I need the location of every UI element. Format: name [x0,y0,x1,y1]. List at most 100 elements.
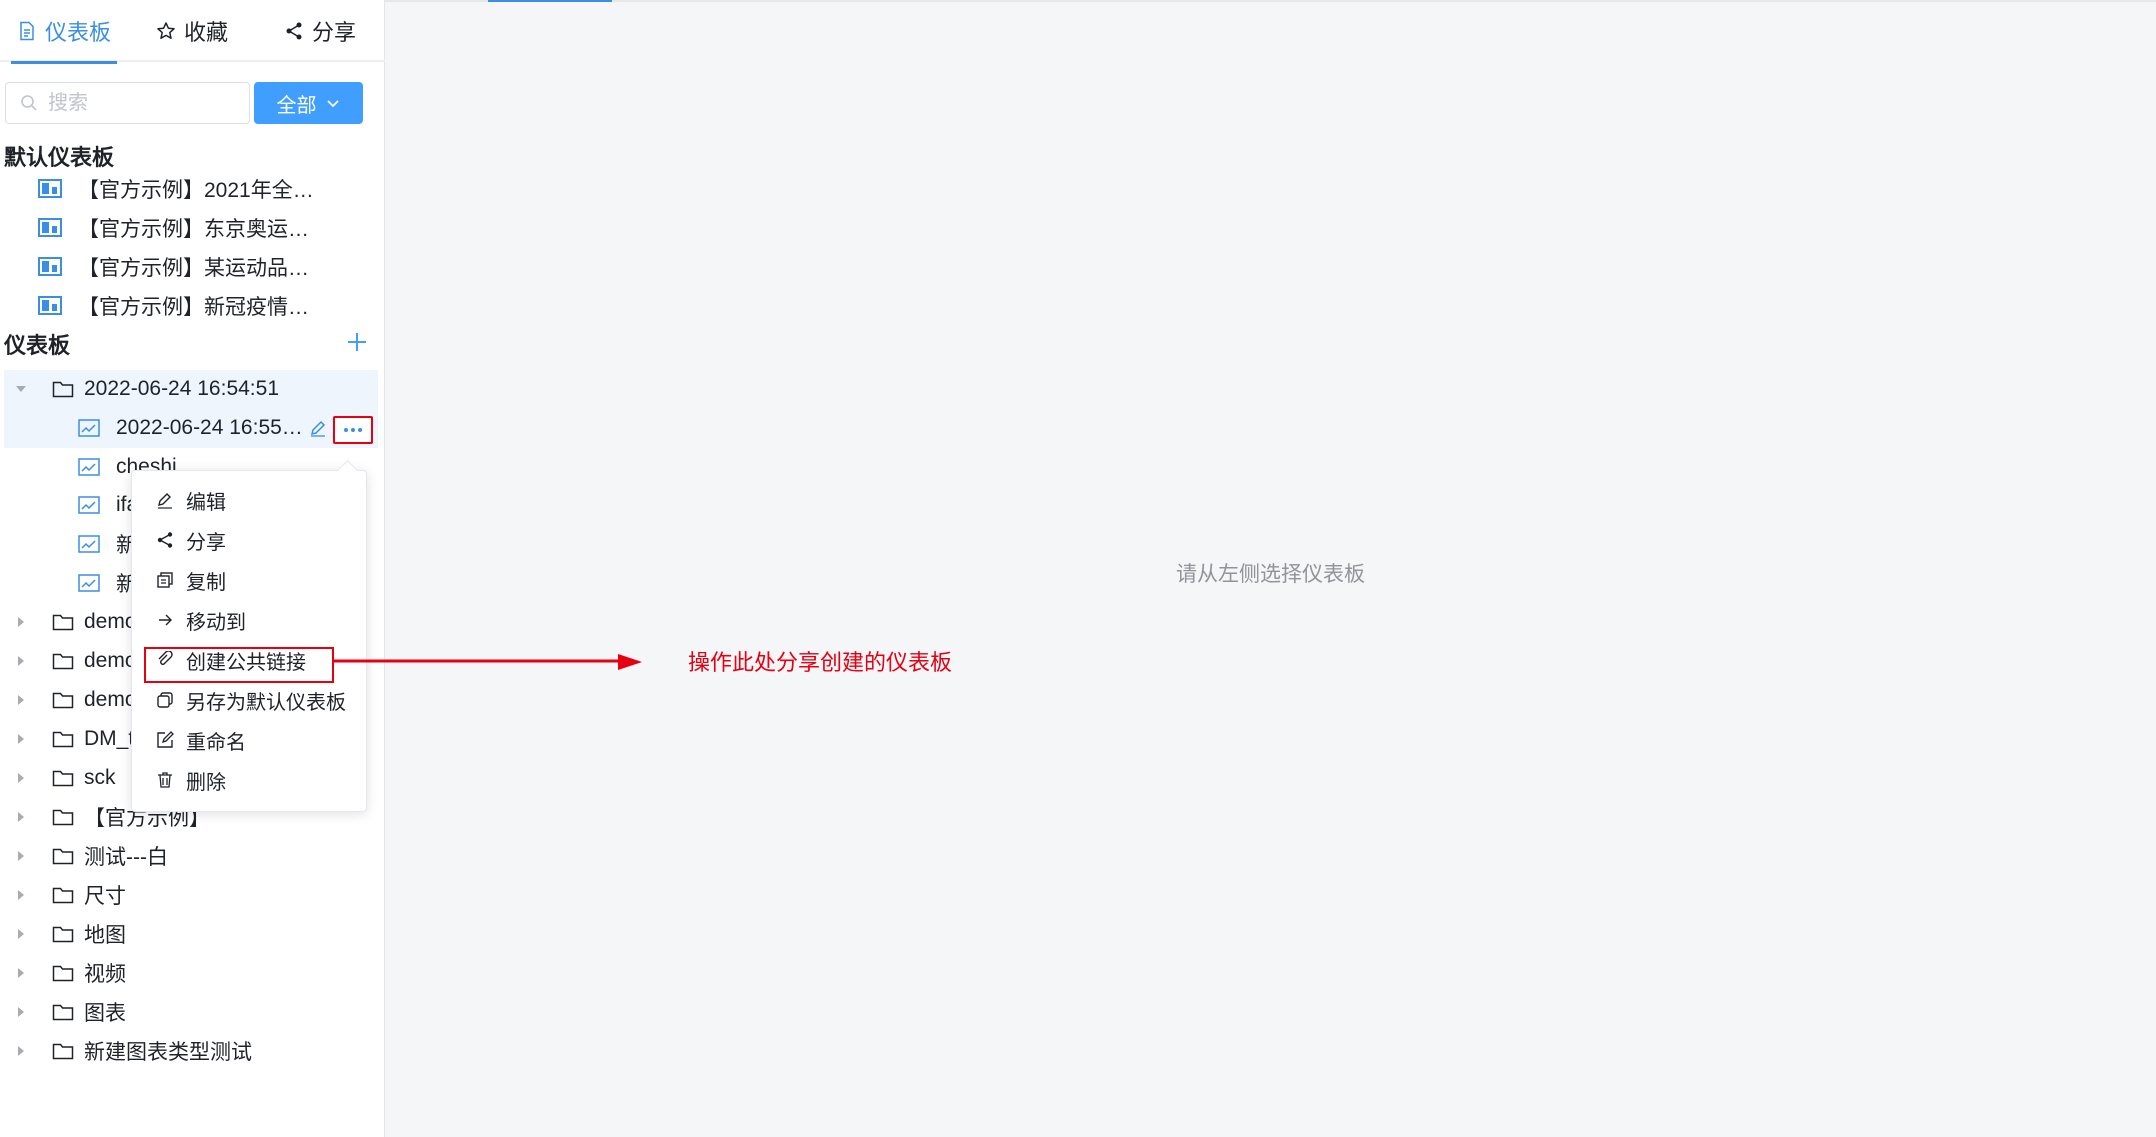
dashboard-item-label: 2022-06-24 16:55… [116,416,303,439]
folder-icon [52,770,74,787]
caret-right-icon[interactable] [14,927,28,941]
menu-item-label: 复制 [186,571,226,594]
folder-label: 地图 [84,924,126,947]
menu-item-delete[interactable]: 删除 [132,761,368,799]
default-dashboard-item[interactable]: 【官方示例】新冠疫情… [38,287,309,325]
caret-right-icon[interactable] [14,654,28,668]
folder-icon [52,1004,74,1021]
dashboard-item[interactable]: ifa [78,486,138,524]
menu-item-move-to[interactable]: 移动到 [132,601,368,639]
default-dashboard-item[interactable]: 【官方示例】某运动品… [38,248,309,286]
folder-icon [52,692,74,709]
folder-icon [52,809,74,826]
arrow-right-icon [159,614,172,626]
folder-row[interactable]: 地图 [0,915,126,953]
menu-item-label: 重命名 [186,731,246,754]
menu-item-label: 创建公共链接 [186,651,306,674]
folder-icon [52,926,74,943]
tab-favorites-label: 收藏 [183,20,228,45]
annotation-arrow [334,654,642,670]
menu-item-create-public-link[interactable]: 创建公共链接 [132,641,368,679]
tab-favorites[interactable]: 收藏 [128,0,256,62]
menu-item-label: 删除 [186,771,226,794]
dashboard-template-icon [38,257,62,276]
caret-down-icon[interactable] [14,382,28,396]
menu-item-label: 移动到 [186,611,246,634]
annotation-text: 操作此处分享创建的仪表板 [688,650,953,675]
caret-right-icon[interactable] [14,732,28,746]
default-dashboard-label: 【官方示例】某运动品… [78,257,309,280]
filter-dropdown-button[interactable]: 全部 [254,82,363,124]
edit-pencil-icon[interactable] [308,418,328,438]
star-icon [157,22,175,39]
folder-row[interactable]: demo [0,681,137,719]
folder-label: 2022-06-24 16:54:51 [84,377,279,400]
caret-right-icon[interactable] [14,693,28,707]
add-icon[interactable] [344,329,370,355]
menu-item-edit[interactable]: 编辑 [132,481,368,519]
folder-label: 测试---白 [84,846,168,869]
edit-icon [158,493,172,509]
folder-icon [52,731,74,748]
menu-item-rename[interactable]: 重命名 [132,721,368,759]
dashboard-item[interactable]: 新 [78,525,137,563]
folder-label: 新建图表类型测试 [84,1041,252,1064]
menu-item-share[interactable]: 分享 [132,521,368,559]
folder-row-expanded[interactable]: 2022-06-24 16:54:51 [0,370,279,408]
folder-row[interactable]: 新建图表类型测试 [0,1032,252,1070]
dashboard-item[interactable]: 新 [78,564,137,602]
folder-label: 尺寸 [84,885,126,908]
search-icon [21,95,37,111]
sidebar: 仪表板 收藏 分享 全部 默认仪表板 【官方示例】2021年全… 【官方示例】东… [0,0,385,1137]
filter-label: 全部 [276,94,317,117]
trash-icon [158,772,172,788]
default-dashboard-item[interactable]: 【官方示例】东京奥运… [38,209,309,247]
folder-label: DM_t [84,727,135,750]
folder-icon [52,653,74,670]
chevron-down-icon [326,100,339,108]
menu-item-save-as-default[interactable]: 另存为默认仪表板 [132,681,368,719]
tab-dashboards[interactable]: 仪表板 [0,0,128,64]
tab-shared[interactable]: 分享 [256,0,384,62]
folder-row[interactable]: 视频 [0,954,126,992]
document-icon [20,21,34,41]
default-dashboard-label: 【官方示例】2021年全… [78,179,314,202]
dashboard-template-icon [38,218,62,237]
caret-right-icon[interactable] [14,1044,28,1058]
caret-right-icon[interactable] [14,849,28,863]
folder-label: 视频 [84,963,126,986]
empty-state-hint: 请从左侧选择仪表板 [1176,563,1365,586]
dashboard-icon [78,535,100,553]
folder-label: demo [84,610,137,633]
folder-icon [52,1043,74,1060]
caret-right-icon[interactable] [14,810,28,824]
caret-right-icon[interactable] [14,1005,28,1019]
caret-right-icon[interactable] [14,771,28,785]
default-section-title: 默认仪表板 [4,145,115,170]
more-actions-button[interactable] [333,416,373,444]
default-dashboard-item[interactable]: 【官方示例】2021年全… [38,170,314,208]
caret-right-icon[interactable] [14,966,28,980]
folder-icon [52,887,74,904]
folder-row[interactable]: sck [0,759,116,797]
dashboard-item-selected[interactable]: 2022-06-24 16:55… [78,409,303,447]
folder-icon [52,965,74,982]
dashboard-icon [78,496,100,514]
search-box [5,82,250,124]
caret-right-icon[interactable] [14,615,28,629]
context-menu: 编辑 分享 复制 移动到 创建公共链接 另存为默认仪表板 重命名 删除 [131,470,367,812]
search-input[interactable] [48,91,228,115]
caret-right-icon[interactable] [14,888,28,902]
folder-row[interactable]: demo [0,642,137,680]
folder-icon [52,614,74,631]
default-dashboard-label: 【官方示例】新冠疫情… [78,296,309,319]
folder-row[interactable]: 尺寸 [0,876,126,914]
folder-row[interactable]: demo [0,603,137,641]
folder-row[interactable]: DM_t [0,720,134,758]
folder-label: demo [84,688,137,711]
menu-item-label: 编辑 [186,491,226,514]
folder-label: 图表 [84,1002,126,1025]
menu-item-copy[interactable]: 复制 [132,561,368,599]
folder-row[interactable]: 测试---白 [0,837,168,875]
folder-row[interactable]: 图表 [0,993,126,1031]
